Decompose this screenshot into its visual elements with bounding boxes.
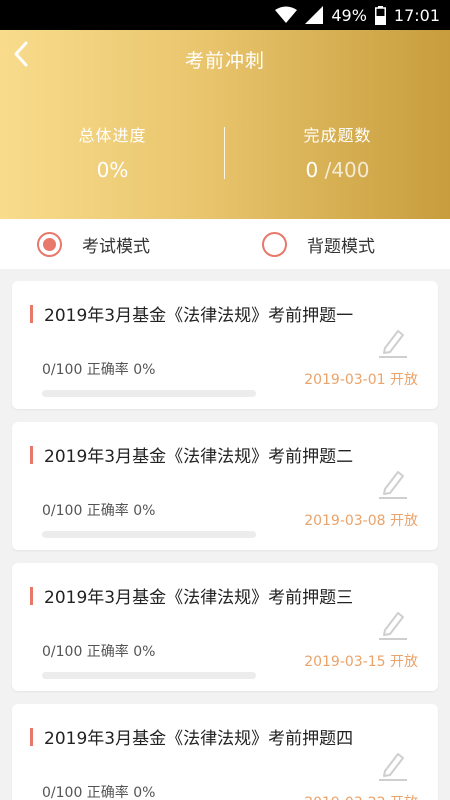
battery-percent: 49%	[331, 5, 367, 25]
battery-icon	[374, 5, 386, 25]
card-open-date: 2019-03-08 开放	[304, 513, 418, 529]
card-stats: 0/100 正确率 0%	[42, 644, 156, 660]
card-accent-bar	[30, 305, 33, 323]
recite-mode-option[interactable]: 背题模式	[262, 219, 375, 269]
card-progress-bar	[42, 390, 256, 397]
card-accent-bar	[30, 728, 33, 746]
exam-card[interactable]: 2019年3月基金《法律法规》考前押题三 0/100 正确率 0% 2019-0…	[12, 563, 438, 691]
card-stats: 0/100 正确率 0%	[42, 362, 156, 378]
pencil-icon[interactable]	[376, 607, 410, 641]
progress-label: 总体进度	[78, 126, 147, 145]
card-title: 2019年3月基金《法律法规》考前押题二	[44, 447, 354, 467]
completed-value: 0	[305, 158, 319, 182]
signal-icon	[305, 6, 324, 24]
wifi-icon	[275, 6, 298, 24]
card-open-date: 2019-03-22 开放	[304, 792, 418, 800]
completed-label: 完成题数	[303, 126, 372, 145]
page-title: 考前冲刺	[184, 50, 265, 72]
recite-mode-label: 背题模式	[307, 236, 375, 257]
card-open-date: 2019-03-01 开放	[304, 372, 418, 388]
exam-mode-label: 考试模式	[82, 236, 150, 257]
clock: 17:01	[393, 5, 440, 25]
radio-selected-dot	[43, 237, 56, 251]
pencil-icon[interactable]	[376, 325, 410, 359]
card-stats: 0/100 正确率 0%	[42, 785, 156, 800]
status-bar: 49% 17:01	[0, 0, 450, 30]
exam-card[interactable]: 2019年3月基金《法律法规》考前押题一 0/100 正确率 0% 2019-0…	[12, 281, 438, 409]
completed-value-row: 0 /400	[225, 158, 450, 182]
exam-mode-option[interactable]: 考试模式	[37, 219, 150, 269]
card-stats: 0/100 正确率 0%	[42, 503, 156, 519]
card-title: 2019年3月基金《法律法规》考前押题四	[44, 729, 354, 749]
completed-total: /400	[324, 158, 370, 182]
card-title: 2019年3月基金《法律法规》考前押题三	[44, 588, 354, 608]
pencil-icon[interactable]	[376, 748, 410, 782]
completed-count: 完成题数 0 /400	[225, 122, 450, 182]
header: 考前冲刺 总体进度 0% 完成题数 0 /400	[0, 30, 450, 219]
card-accent-bar	[30, 587, 33, 605]
card-accent-bar	[30, 446, 33, 464]
progress-value: 0%	[96, 158, 129, 182]
card-progress-bar	[42, 672, 256, 679]
card-open-date: 2019-03-15 开放	[304, 654, 418, 670]
overall-progress: 总体进度 0%	[0, 122, 225, 182]
status-indicators: 49% 17:01	[275, 0, 440, 30]
exam-card[interactable]: 2019年3月基金《法律法规》考前押题四 0/100 正确率 0% 2019-0…	[12, 704, 438, 800]
recite-mode-radio[interactable]	[262, 231, 287, 257]
card-progress-bar	[42, 531, 256, 538]
exam-mode-radio[interactable]	[37, 231, 62, 257]
pencil-icon[interactable]	[376, 466, 410, 500]
card-title: 2019年3月基金《法律法规》考前押题一	[44, 306, 354, 326]
mode-selector: 考试模式 背题模式	[0, 219, 450, 269]
exam-card[interactable]: 2019年3月基金《法律法规》考前押题二 0/100 正确率 0% 2019-0…	[12, 422, 438, 550]
